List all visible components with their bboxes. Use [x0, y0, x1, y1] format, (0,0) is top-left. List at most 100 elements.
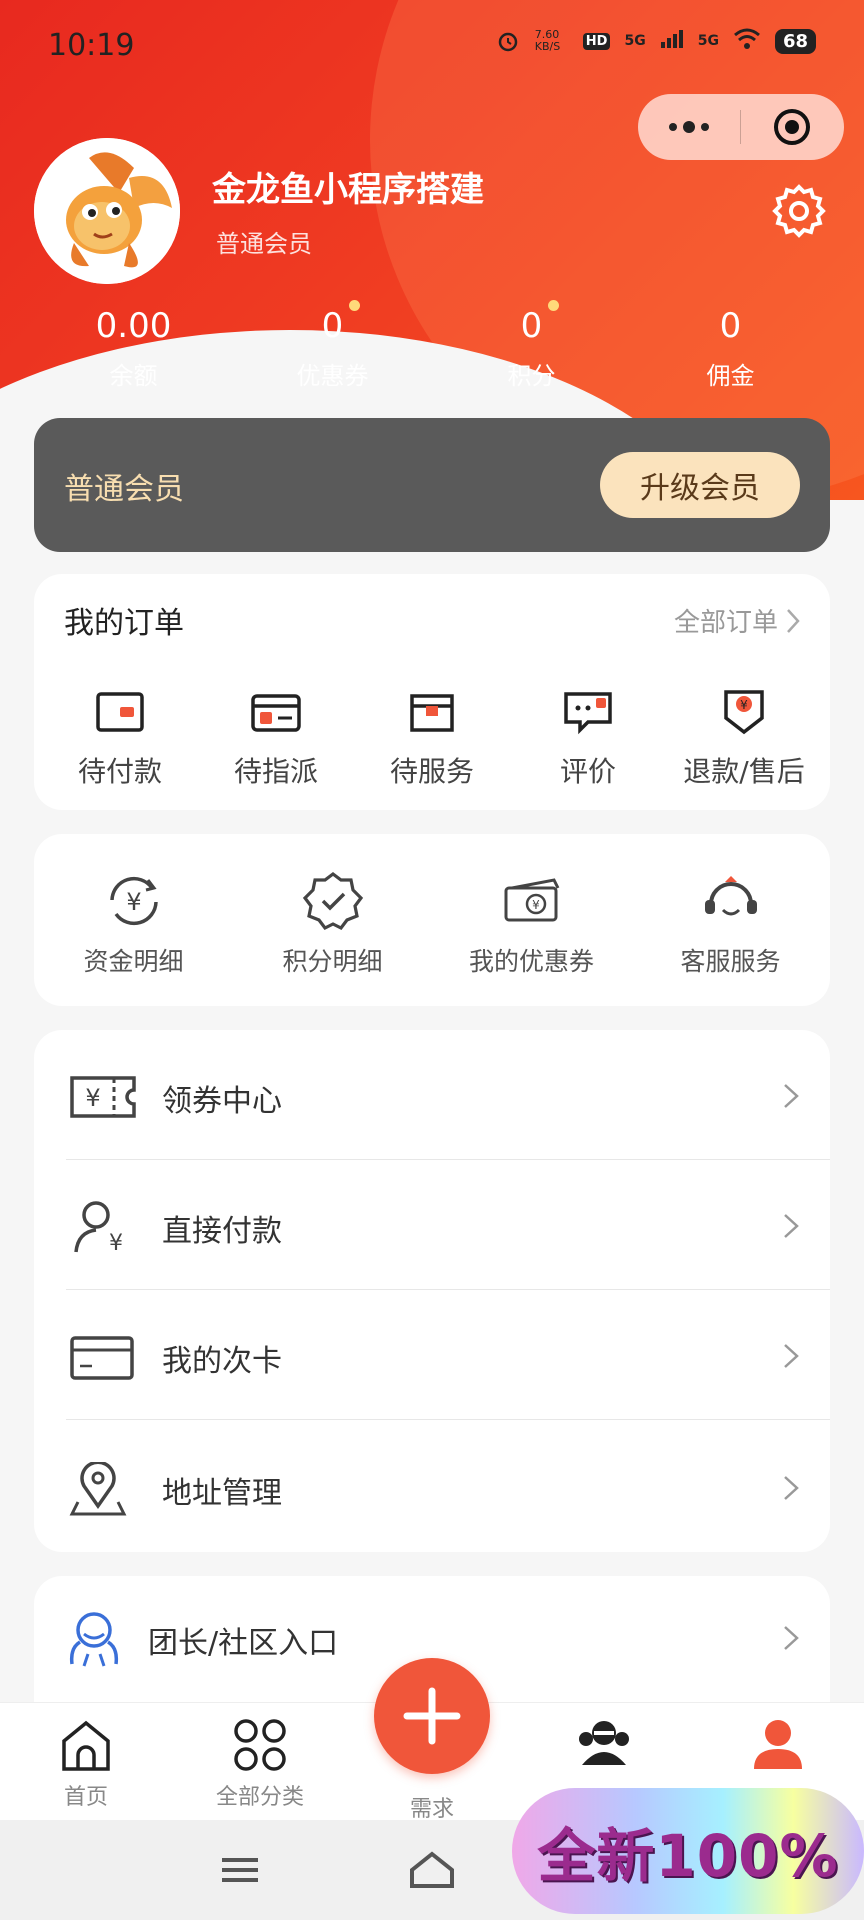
- tool-fund-details[interactable]: ¥ 资金明细: [49, 870, 219, 978]
- stat-value: 0: [520, 306, 543, 346]
- more-dot-icon: [669, 123, 677, 131]
- status-icons: 7.60 KB/S HD 5G 5G 68: [495, 28, 816, 54]
- svg-text:¥: ¥: [740, 698, 748, 712]
- tool-my-coupons[interactable]: ¥ 我的优惠券: [447, 870, 617, 978]
- order-refund[interactable]: ¥ 退款/售后: [674, 688, 814, 790]
- stat-label: 佣金: [706, 362, 755, 390]
- order-item-label: 待指派: [233, 755, 318, 788]
- order-pending-payment[interactable]: 待付款: [50, 688, 190, 790]
- menu-label: 直接付款: [162, 1214, 282, 1249]
- stat-label: 积分: [507, 362, 556, 390]
- card-icon: [70, 1336, 134, 1380]
- tool-label: 客服服务: [680, 947, 781, 976]
- menu-direct-payment[interactable]: ¥ 直接付款: [34, 1160, 830, 1290]
- svg-text:¥: ¥: [532, 898, 540, 912]
- user-icon: [754, 1720, 802, 1769]
- order-status-row: 待付款 待指派 待服务 评价 ¥ 退款/售后: [34, 688, 830, 790]
- home-nav-icon[interactable]: [408, 1850, 456, 1890]
- more-options-button[interactable]: [638, 94, 740, 160]
- menu-my-punch-card[interactable]: 我的次卡: [34, 1290, 830, 1420]
- net-speed: 7.60 KB/S: [534, 28, 561, 53]
- alarm-icon: [495, 30, 521, 52]
- tab-demand[interactable]: 需求: [372, 1787, 492, 1823]
- tab-categories[interactable]: 全部分类: [200, 1715, 320, 1811]
- tab-label: 首页: [63, 1785, 108, 1810]
- gear-icon: [772, 184, 826, 238]
- promo-badge: 全新100%: [512, 1788, 864, 1914]
- headset-icon: [704, 876, 757, 916]
- order-pending-assign[interactable]: 待指派: [206, 688, 346, 790]
- service-menu-card: ¥ 领券中心 ¥ 直接付款 我的次卡 地址管理: [34, 1030, 830, 1552]
- tools-row: ¥ 资金明细 积分明细 ¥ 我的优惠券 客服服务: [34, 870, 830, 978]
- status-bar: 10:19 7.60 KB/S HD 5G 5G 68: [0, 0, 864, 90]
- chevron-right-icon: [784, 1084, 799, 1108]
- new-dot-badge: [349, 300, 360, 311]
- community-icon: [69, 1612, 119, 1667]
- orders-title: 我的订单: [64, 606, 184, 641]
- menu-icon[interactable]: [216, 1850, 264, 1890]
- stat-points[interactable]: 0 积分: [432, 300, 631, 391]
- plus-icon: [403, 1687, 461, 1745]
- stat-coupons[interactable]: 0 优惠券: [233, 300, 432, 391]
- signal-5g-2: 5G: [697, 33, 719, 49]
- close-miniprogram-button[interactable]: [741, 94, 843, 160]
- badge-check-icon: [302, 872, 363, 931]
- membership-banner: 普通会员 升级会员: [34, 418, 830, 552]
- menu-coupon-center[interactable]: ¥ 领券中心: [34, 1030, 830, 1160]
- svg-text:¥: ¥: [85, 1084, 100, 1112]
- stat-commission[interactable]: 0 佣金: [631, 300, 830, 391]
- menu-label: 我的次卡: [162, 1344, 282, 1379]
- more-dot-icon: [701, 123, 709, 131]
- menu-label: 领券中心: [162, 1084, 282, 1119]
- order-item-label: 待付款: [77, 755, 162, 788]
- tool-customer-service[interactable]: 客服服务: [646, 870, 816, 978]
- refund-icon: ¥: [724, 690, 764, 735]
- wallet-icon: [96, 692, 144, 732]
- chevron-right-icon: [784, 1214, 799, 1238]
- tab-home[interactable]: 首页: [26, 1715, 146, 1811]
- stat-label: 优惠券: [296, 362, 369, 390]
- target-close-icon: [774, 109, 810, 145]
- upgrade-membership-button[interactable]: 升级会员: [600, 452, 800, 518]
- stat-balance[interactable]: 0.00 余额: [34, 300, 233, 391]
- tab-profile[interactable]: [718, 1715, 838, 1779]
- order-review[interactable]: 评价: [518, 688, 658, 790]
- avatar[interactable]: [34, 138, 180, 284]
- chevron-right-icon: [784, 1344, 799, 1368]
- tool-points-details[interactable]: 积分明细: [248, 870, 418, 978]
- svg-text:¥: ¥: [109, 1231, 123, 1254]
- miniprogram-capsule: [638, 94, 844, 160]
- user-name: 金龙鱼小程序搭建: [212, 170, 484, 210]
- tool-label: 我的优惠券: [468, 947, 594, 976]
- menu-address-management[interactable]: 地址管理: [34, 1422, 830, 1552]
- stat-label: 余额: [109, 362, 158, 390]
- battery-level: 68: [774, 28, 816, 54]
- post-demand-button[interactable]: [374, 1658, 490, 1774]
- hd-badge: HD: [582, 32, 611, 50]
- all-orders-link[interactable]: 全部订单: [674, 602, 800, 639]
- tab-group[interactable]: [544, 1715, 664, 1779]
- comment-icon: [564, 692, 612, 735]
- user-level: 普通会员: [216, 230, 312, 258]
- voucher-icon: ¥: [70, 1076, 136, 1118]
- group-entry-label: 团长/社区入口: [148, 1626, 339, 1661]
- all-orders-label: 全部订单: [673, 608, 778, 638]
- goldfish-avatar-icon: [34, 138, 180, 284]
- membership-label: 普通会员: [64, 472, 184, 507]
- signal-bars-icon: [660, 30, 684, 52]
- user-pay-icon: ¥: [74, 1201, 123, 1254]
- promo-text: 全新100%: [537, 1822, 839, 1890]
- order-item-label: 退款/售后: [683, 755, 805, 788]
- account-stats: 0.00 余额 0 优惠券 0 积分 0 佣金: [34, 300, 830, 391]
- location-icon: [69, 1462, 127, 1516]
- svg-text:¥: ¥: [126, 888, 141, 916]
- stat-value: 0: [321, 306, 344, 346]
- stat-value: 0: [719, 306, 742, 346]
- tab-label: 需求: [409, 1797, 454, 1822]
- settings-button[interactable]: [772, 184, 826, 238]
- home-icon: [62, 1720, 110, 1771]
- order-item-label: 评价: [559, 755, 616, 788]
- order-pending-service[interactable]: 待服务: [362, 688, 502, 790]
- quick-tools-card: ¥ 资金明细 积分明细 ¥ 我的优惠券 客服服务: [34, 834, 830, 1006]
- status-time: 10:19: [48, 28, 135, 63]
